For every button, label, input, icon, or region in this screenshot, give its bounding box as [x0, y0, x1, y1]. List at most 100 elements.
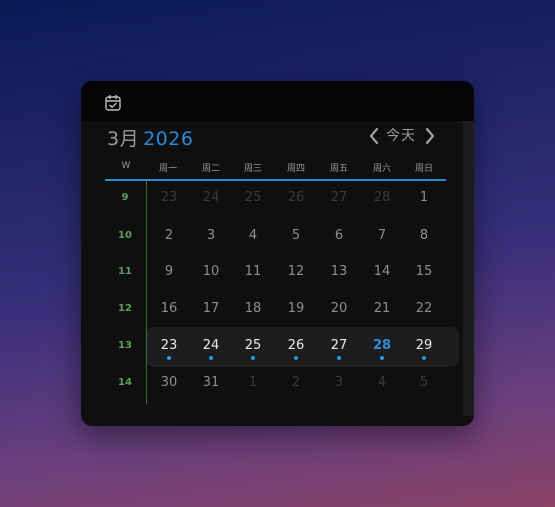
event-dot	[294, 356, 298, 360]
day-cell[interactable]: 27	[324, 338, 354, 360]
day-cell[interactable]: 13	[324, 264, 354, 279]
day-cell[interactable]: 24	[196, 190, 226, 205]
chevron-right-icon[interactable]	[424, 125, 436, 147]
day-number: 8	[419, 228, 429, 243]
day-number: 27	[330, 338, 348, 353]
day-number: 25	[244, 338, 262, 353]
day-cell[interactable]: 1	[409, 190, 439, 205]
day-number: 10	[202, 264, 220, 279]
day-number: 14	[373, 264, 391, 279]
day-number: 15	[415, 264, 433, 279]
day-cell[interactable]: 23	[154, 190, 184, 205]
day-number: 20	[330, 301, 348, 316]
day-number: 22	[415, 301, 433, 316]
week-number[interactable]: 13	[115, 340, 135, 351]
day-number: 27	[330, 190, 348, 205]
weekday-header: 周一	[158, 164, 177, 174]
day-cell[interactable]: 4	[238, 228, 268, 243]
day-cell[interactable]: 17	[196, 301, 226, 316]
day-cell[interactable]: 5	[409, 375, 439, 390]
day-cell[interactable]: 11	[238, 264, 268, 279]
calendar-icon[interactable]	[103, 93, 123, 113]
day-cell[interactable]: 29	[409, 338, 439, 360]
day-number: 23	[160, 190, 178, 205]
day-cell[interactable]: 3	[196, 228, 226, 243]
scrollbar[interactable]	[463, 121, 474, 416]
day-cell[interactable]: 21	[367, 301, 397, 316]
day-cell[interactable]: 24	[196, 338, 226, 360]
day-number: 31	[202, 375, 220, 390]
day-cell[interactable]: 16	[154, 301, 184, 316]
day-number: 13	[330, 264, 348, 279]
event-dot	[337, 356, 341, 360]
day-number: 25	[244, 190, 262, 205]
day-cell[interactable]: 23	[154, 338, 184, 360]
day-number: 7	[377, 228, 387, 243]
day-number: 1	[248, 375, 258, 390]
event-dot	[422, 356, 426, 360]
day-cell[interactable]: 25	[238, 338, 268, 360]
day-number: 4	[248, 228, 258, 243]
day-cell[interactable]: 18	[238, 301, 268, 316]
day-cell[interactable]: 31	[196, 375, 226, 390]
header-divider	[105, 179, 446, 181]
day-cell[interactable]: 26	[281, 190, 311, 205]
day-number: 17	[202, 301, 220, 316]
day-number: 5	[419, 375, 429, 390]
day-number: 30	[160, 375, 178, 390]
day-number: 23	[160, 338, 178, 353]
day-cell[interactable]: 2	[154, 228, 184, 243]
week-number[interactable]: 9	[115, 192, 135, 203]
month-year-title: 3月 2026	[107, 124, 193, 151]
day-cell[interactable]: 25	[238, 190, 268, 205]
day-cell[interactable]: 30	[154, 375, 184, 390]
day-number: 5	[291, 228, 301, 243]
day-number: 9	[164, 264, 174, 279]
weekday-header: 周二	[201, 164, 220, 174]
day-cell[interactable]: 10	[196, 264, 226, 279]
weekday-header: 周日	[414, 164, 433, 174]
day-cell[interactable]: 27	[324, 190, 354, 205]
day-cell[interactable]: 6	[324, 228, 354, 243]
day-number: 19	[287, 301, 305, 316]
day-cell[interactable]: 9	[154, 264, 184, 279]
day-number: 28	[373, 190, 391, 205]
day-number: 2	[164, 228, 174, 243]
week-number[interactable]: 11	[115, 266, 135, 277]
day-cell[interactable]: 1	[238, 375, 268, 390]
day-number: 16	[160, 301, 178, 316]
day-number: 6	[334, 228, 344, 243]
day-number: 2	[291, 375, 301, 390]
week-column-divider	[146, 181, 147, 404]
day-number: 12	[287, 264, 305, 279]
event-dot	[380, 356, 384, 360]
week-number-header: W	[121, 161, 131, 171]
week-number[interactable]: 12	[115, 303, 135, 314]
day-cell[interactable]: 15	[409, 264, 439, 279]
day-number: 29	[415, 338, 433, 353]
day-number: 21	[373, 301, 391, 316]
day-cell[interactable]: 26	[281, 338, 311, 360]
chevron-left-icon[interactable]	[368, 125, 380, 147]
day-cell[interactable]: 28	[367, 190, 397, 205]
weekday-header: 周三	[243, 164, 262, 174]
day-cell[interactable]: 12	[281, 264, 311, 279]
day-cell[interactable]: 8	[409, 228, 439, 243]
day-number: 26	[287, 338, 305, 353]
today-button[interactable]: 今天	[386, 125, 416, 145]
day-cell[interactable]: 22	[409, 301, 439, 316]
event-dot	[167, 356, 171, 360]
day-cell[interactable]: 19	[281, 301, 311, 316]
day-cell[interactable]: 14	[367, 264, 397, 279]
week-number[interactable]: 10	[115, 230, 135, 241]
day-cell[interactable]: 20	[324, 301, 354, 316]
day-cell[interactable]: 3	[324, 375, 354, 390]
week-number[interactable]: 14	[115, 377, 135, 388]
day-cell[interactable]: 4	[367, 375, 397, 390]
month-label: 3月	[107, 128, 140, 150]
day-cell[interactable]: 28	[367, 338, 397, 360]
weekday-header: 周五	[329, 164, 348, 174]
day-cell[interactable]: 2	[281, 375, 311, 390]
day-cell[interactable]: 7	[367, 228, 397, 243]
day-cell[interactable]: 5	[281, 228, 311, 243]
